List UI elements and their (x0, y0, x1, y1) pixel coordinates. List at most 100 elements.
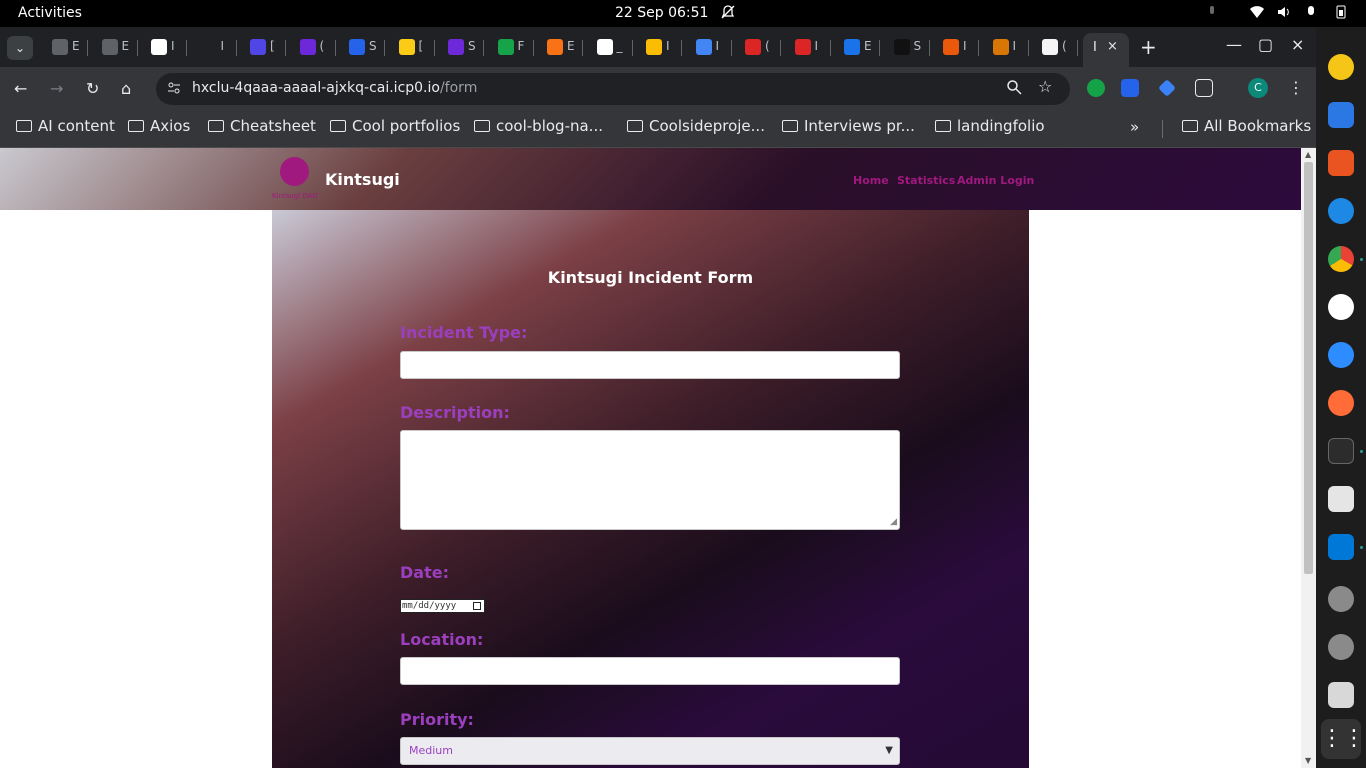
mic-active-icon[interactable] (1304, 5, 1318, 19)
running-indicator (1360, 450, 1363, 453)
priority-select[interactable]: Medium ▼ (400, 737, 900, 765)
browser-tab[interactable]: [ (242, 36, 286, 60)
resize-handle-icon[interactable]: ◢ (890, 517, 897, 527)
browser-tab[interactable]: E (539, 36, 583, 60)
description-label: Description: (400, 403, 510, 422)
scroll-up-arrow[interactable]: ▲ (1305, 150, 1311, 159)
maximize-button[interactable]: ▢ (1258, 35, 1273, 54)
tab-title: I (715, 39, 720, 53)
chrome-icon[interactable] (1328, 246, 1354, 272)
rhythmbox-icon[interactable] (1328, 54, 1354, 80)
browser-tab[interactable]: I (985, 36, 1029, 60)
browser-tab[interactable]: I (638, 36, 682, 60)
forward-button[interactable]: → (50, 79, 63, 98)
activities-button[interactable]: Activities (18, 5, 82, 21)
close-window-button[interactable]: × (1291, 35, 1304, 54)
browser-tab[interactable]: [ (391, 36, 435, 60)
tab-search-button[interactable]: ⌄ (7, 36, 33, 60)
bookmark-folder[interactable]: Cheatsheet (208, 117, 316, 135)
clock[interactable]: 22 Sep 06:51 (615, 5, 708, 21)
browser-tab[interactable]: S (341, 36, 385, 60)
browser-tab[interactable]: I (935, 36, 979, 60)
browser-tab[interactable]: F (490, 36, 534, 60)
reload-button[interactable]: ↻ (86, 79, 99, 98)
reader-icon[interactable] (1328, 486, 1354, 512)
bookmark-folder[interactable]: Interviews pr... (782, 117, 915, 135)
bookmarks-overflow-button[interactable]: » (1130, 118, 1139, 136)
browser-tab[interactable]: S (440, 36, 484, 60)
browser-tab[interactable]: S (886, 36, 930, 60)
profile-avatar[interactable]: C (1248, 78, 1268, 98)
help-icon[interactable] (1328, 198, 1354, 224)
browser-tab[interactable]: E (94, 36, 138, 60)
browser-tab[interactable]: ( (1034, 36, 1078, 60)
browser-tab[interactable]: ( (292, 36, 336, 60)
nav-home-link[interactable]: Home (853, 174, 889, 187)
browser-tab[interactable]: I (143, 36, 187, 60)
wifi-icon[interactable] (1250, 5, 1264, 19)
all-bookmarks-button[interactable]: All Bookmarks (1182, 117, 1311, 135)
extensions-puzzle-icon[interactable] (1195, 79, 1213, 97)
back-button[interactable]: ← (14, 79, 27, 98)
zoom-icon[interactable] (1328, 342, 1354, 368)
scrollbar-thumb[interactable] (1304, 162, 1313, 574)
description-textarea[interactable]: ◢ (400, 430, 900, 530)
slack-icon[interactable] (1328, 294, 1354, 320)
tab-separator (334, 40, 336, 56)
bookmark-star-icon[interactable]: ☆ (1038, 77, 1052, 96)
battery-icon[interactable] (1334, 5, 1348, 19)
postman-icon[interactable] (1328, 390, 1354, 416)
date-input[interactable]: mm/dd/yyyy (400, 599, 485, 613)
bookmark-folder[interactable]: Axios (128, 117, 190, 135)
home-button[interactable]: ⌂ (121, 79, 131, 98)
browser-tab[interactable]: I (193, 36, 237, 60)
tab-separator (136, 40, 138, 56)
browser-tab[interactable]: I (787, 36, 831, 60)
nav-statistics-link[interactable]: Statistics (897, 174, 955, 187)
tab-active[interactable]: I × (1083, 33, 1129, 67)
new-tab-button[interactable]: + (1140, 35, 1157, 59)
url-path: /form (439, 80, 478, 96)
text-editor-icon[interactable] (1328, 102, 1354, 128)
vscode-icon[interactable] (1328, 534, 1354, 560)
bookmark-folder[interactable]: AI content (16, 117, 115, 135)
location-input[interactable] (400, 657, 900, 685)
bookmark-folder[interactable]: cool-blog-na... (474, 117, 603, 135)
scroll-down-arrow[interactable]: ▼ (1305, 756, 1311, 765)
volume-icon[interactable] (1277, 5, 1291, 19)
tab-title: E (72, 39, 80, 53)
tab-title: I (814, 39, 819, 53)
microphone-icon (1210, 6, 1214, 14)
disk-icon[interactable] (1328, 586, 1354, 612)
nav-admin-login-link[interactable]: Admin Login (957, 174, 1034, 187)
disk-icon[interactable] (1328, 634, 1354, 660)
kintsugi-logo[interactable] (280, 157, 309, 186)
grammarly-extension-icon[interactable] (1087, 79, 1105, 97)
browser-menu-icon[interactable]: ⋮ (1288, 78, 1304, 97)
browser-tab[interactable]: E (44, 36, 88, 60)
zoom-icon[interactable] (1006, 79, 1022, 95)
terminal-icon[interactable] (1328, 438, 1354, 464)
close-icon[interactable]: × (1107, 39, 1118, 54)
bookmark-folder[interactable]: landingfolio (935, 117, 1045, 135)
browser-tab[interactable]: _ (589, 36, 633, 60)
browser-tab[interactable]: I (688, 36, 732, 60)
browser-tab[interactable]: ( (737, 36, 781, 60)
bookmark-folder[interactable]: Cool portfolios (330, 117, 460, 135)
extension-icon[interactable] (1158, 79, 1176, 97)
page-scrollbar[interactable]: ▲ ▼ (1301, 148, 1316, 768)
browser-tab[interactable]: E (836, 36, 880, 60)
site-brand[interactable]: Kintsugi (325, 170, 400, 189)
folder-icon (128, 120, 144, 132)
app-grid-icon[interactable]: ⋮⋮ (1321, 719, 1365, 759)
tab-favicon-icon (497, 39, 514, 55)
calendar-icon[interactable] (473, 602, 481, 610)
bookmark-folder[interactable]: Coolsideproje... (627, 117, 765, 135)
site-info-icon[interactable] (166, 80, 182, 96)
software-center-icon[interactable] (1328, 150, 1354, 176)
extension-icon[interactable] (1121, 79, 1139, 97)
minimize-button[interactable]: — (1226, 35, 1242, 54)
address-bar[interactable]: hxclu-4qaaa-aaaal-ajxkq-cai.icp0.io/form… (156, 73, 1070, 105)
incident-type-input[interactable] (400, 351, 900, 379)
trash-icon[interactable] (1328, 682, 1354, 708)
